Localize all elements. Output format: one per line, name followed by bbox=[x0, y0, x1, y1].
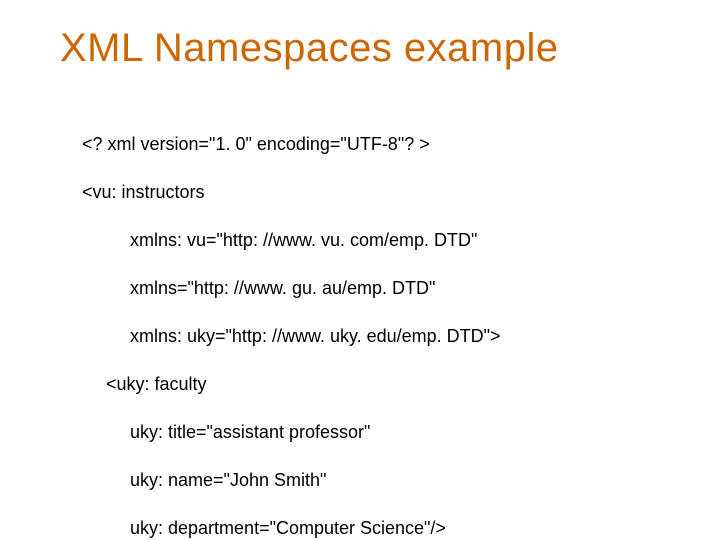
code-line: <vu: instructors bbox=[82, 180, 501, 204]
code-line: xmlns: uky="http: //www. uky. edu/emp. D… bbox=[130, 324, 501, 348]
code-line: uky: department="Computer Science"/> bbox=[130, 516, 501, 540]
slide: XML Namespaces example <? xml version="1… bbox=[0, 0, 720, 540]
code-block: <? xml version="1. 0" encoding="UTF-8"? … bbox=[82, 108, 501, 540]
code-line: <? xml version="1. 0" encoding="UTF-8"? … bbox=[82, 132, 501, 156]
code-line: <uky: faculty bbox=[106, 372, 501, 396]
code-line: xmlns: vu="http: //www. vu. com/emp. DTD… bbox=[130, 228, 501, 252]
code-line: xmlns="http: //www. gu. au/emp. DTD" bbox=[130, 276, 501, 300]
code-line: uky: title="assistant professor" bbox=[130, 420, 501, 444]
slide-title: XML Namespaces example bbox=[60, 26, 680, 71]
code-line: uky: name="John Smith" bbox=[130, 468, 501, 492]
